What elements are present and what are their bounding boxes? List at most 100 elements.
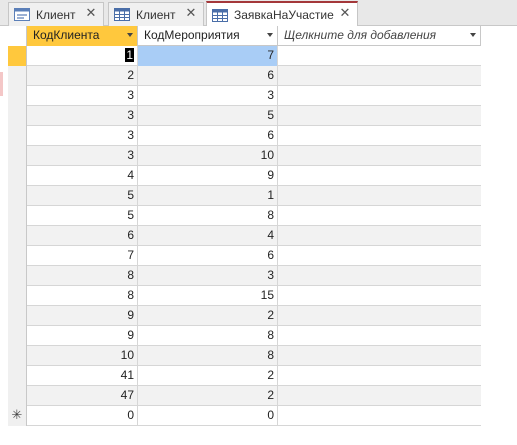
cell-kodmeropriyatiya[interactable]: 0 bbox=[138, 406, 278, 426]
column-header-add-field[interactable]: Щелкните для добавления bbox=[278, 26, 481, 46]
cell-kodklienta[interactable]: 3 bbox=[27, 146, 138, 166]
cell-kodmeropriyatiya[interactable]: 4 bbox=[138, 226, 278, 246]
cell-add-field[interactable] bbox=[278, 266, 481, 286]
cell-kodklienta[interactable]: 6 bbox=[27, 226, 138, 246]
new-record-icon[interactable]: ✳ bbox=[8, 406, 27, 426]
record-selector[interactable] bbox=[8, 226, 27, 246]
record-selector[interactable] bbox=[8, 106, 27, 126]
record-selector[interactable] bbox=[8, 386, 27, 406]
record-selector[interactable] bbox=[8, 326, 27, 346]
cell-kodmeropriyatiya[interactable]: 8 bbox=[138, 346, 278, 366]
record-selector[interactable] bbox=[8, 366, 27, 386]
cell-kodklienta[interactable]: 3 bbox=[27, 86, 138, 106]
record-selector[interactable] bbox=[8, 346, 27, 366]
record-selector[interactable] bbox=[8, 246, 27, 266]
cell-add-field[interactable] bbox=[278, 326, 481, 346]
record-selector[interactable] bbox=[8, 166, 27, 186]
cell-kodmeropriyatiya[interactable]: 10 bbox=[138, 146, 278, 166]
cell-kodmeropriyatiya[interactable]: 3 bbox=[138, 266, 278, 286]
cell-kodmeropriyatiya[interactable]: 3 bbox=[138, 86, 278, 106]
cell-kodklienta[interactable]: 4 bbox=[27, 166, 138, 186]
cell-add-field[interactable] bbox=[278, 86, 481, 106]
cell-kodmeropriyatiya[interactable]: 2 bbox=[138, 386, 278, 406]
cell-add-field[interactable] bbox=[278, 366, 481, 386]
cell-kodklienta[interactable]: 47 bbox=[27, 386, 138, 406]
cell-add-field[interactable] bbox=[278, 106, 481, 126]
cell-kodklienta[interactable]: 5 bbox=[27, 206, 138, 226]
cell-kodklienta[interactable]: 3 bbox=[27, 126, 138, 146]
record-selector[interactable] bbox=[8, 66, 27, 86]
cell-kodklienta[interactable]: 41 bbox=[27, 366, 138, 386]
cell-add-field[interactable] bbox=[278, 306, 481, 326]
cell-add-field[interactable] bbox=[278, 146, 481, 166]
table-row[interactable]: 35 bbox=[8, 106, 481, 126]
record-selector[interactable] bbox=[8, 266, 27, 286]
new-record-row[interactable]: ✳ 0 0 bbox=[8, 406, 481, 426]
select-all-box[interactable] bbox=[8, 26, 27, 46]
cell-kodmeropriyatiya[interactable]: 1 bbox=[138, 186, 278, 206]
cell-kodklienta[interactable]: 1 bbox=[27, 46, 138, 66]
record-selector[interactable] bbox=[8, 146, 27, 166]
cell-add-field[interactable] bbox=[278, 406, 481, 426]
column-header-kodklienta[interactable]: КодКлиента bbox=[27, 26, 138, 46]
cell-kodklienta[interactable]: 5 bbox=[27, 186, 138, 206]
record-selector[interactable] bbox=[8, 86, 27, 106]
table-row[interactable]: 92 bbox=[8, 306, 481, 326]
cell-kodklienta[interactable]: 9 bbox=[27, 326, 138, 346]
column-header-kodmeropriyatiya[interactable]: КодМероприятия bbox=[138, 26, 278, 46]
cell-add-field[interactable] bbox=[278, 66, 481, 86]
cell-kodmeropriyatiya[interactable]: 6 bbox=[138, 126, 278, 146]
cell-kodklienta[interactable]: 7 bbox=[27, 246, 138, 266]
record-selector[interactable] bbox=[8, 286, 27, 306]
chevron-down-icon[interactable] bbox=[470, 33, 476, 37]
cell-kodklienta[interactable]: 8 bbox=[27, 266, 138, 286]
record-selector[interactable] bbox=[8, 46, 27, 66]
cell-kodklienta[interactable]: 9 bbox=[27, 306, 138, 326]
table-row[interactable]: 76 bbox=[8, 246, 481, 266]
cell-add-field[interactable] bbox=[278, 46, 481, 66]
close-icon[interactable]: ✕ bbox=[337, 6, 353, 22]
record-selector[interactable] bbox=[8, 126, 27, 146]
cell-kodklienta[interactable]: 0 bbox=[27, 406, 138, 426]
cell-kodmeropriyatiya[interactable]: 15 bbox=[138, 286, 278, 306]
cell-add-field[interactable] bbox=[278, 226, 481, 246]
cell-kodmeropriyatiya[interactable]: 9 bbox=[138, 166, 278, 186]
cell-kodmeropriyatiya[interactable]: 2 bbox=[138, 306, 278, 326]
table-row[interactable]: 33 bbox=[8, 86, 481, 106]
tab-client-table[interactable]: Клиент ✕ bbox=[108, 2, 204, 26]
cell-kodklienta[interactable]: 8 bbox=[27, 286, 138, 306]
table-row[interactable]: 3 10 bbox=[8, 146, 481, 166]
chevron-down-icon[interactable] bbox=[267, 33, 273, 37]
cell-add-field[interactable] bbox=[278, 286, 481, 306]
table-row[interactable]: 36 bbox=[8, 126, 481, 146]
cell-kodklienta[interactable]: 10 bbox=[27, 346, 138, 366]
table-row[interactable]: 51 bbox=[8, 186, 481, 206]
table-row[interactable]: 8 15 bbox=[8, 286, 481, 306]
close-icon[interactable]: ✕ bbox=[183, 6, 199, 22]
table-row[interactable]: 41 2 bbox=[8, 366, 481, 386]
table-row[interactable]: 83 bbox=[8, 266, 481, 286]
table-row[interactable]: 10 8 bbox=[8, 346, 481, 366]
record-selector[interactable] bbox=[8, 206, 27, 226]
cell-add-field[interactable] bbox=[278, 166, 481, 186]
cell-add-field[interactable] bbox=[278, 206, 481, 226]
cell-add-field[interactable] bbox=[278, 346, 481, 366]
cell-add-field[interactable] bbox=[278, 246, 481, 266]
cell-kodmeropriyatiya[interactable]: 8 bbox=[138, 326, 278, 346]
table-row[interactable]: 58 bbox=[8, 206, 481, 226]
record-selector[interactable] bbox=[8, 186, 27, 206]
cell-kodmeropriyatiya[interactable]: 5 bbox=[138, 106, 278, 126]
cell-kodmeropriyatiya[interactable]: 8 bbox=[138, 206, 278, 226]
table-row[interactable]: 26 bbox=[8, 66, 481, 86]
table-row[interactable]: 64 bbox=[8, 226, 481, 246]
cell-kodklienta[interactable]: 3 bbox=[27, 106, 138, 126]
record-selector[interactable] bbox=[8, 306, 27, 326]
table-row[interactable]: 49 bbox=[8, 166, 481, 186]
table-row[interactable]: 98 bbox=[8, 326, 481, 346]
cell-kodmeropriyatiya[interactable]: 6 bbox=[138, 246, 278, 266]
table-row[interactable]: 47 2 bbox=[8, 386, 481, 406]
tab-zayavka-table[interactable]: ЗаявкаНаУчастие ✕ bbox=[206, 1, 358, 27]
cell-kodmeropriyatiya[interactable]: 7 bbox=[138, 46, 278, 66]
tab-client-form[interactable]: Клиент ✕ bbox=[8, 2, 104, 26]
close-icon[interactable]: ✕ bbox=[83, 6, 99, 22]
